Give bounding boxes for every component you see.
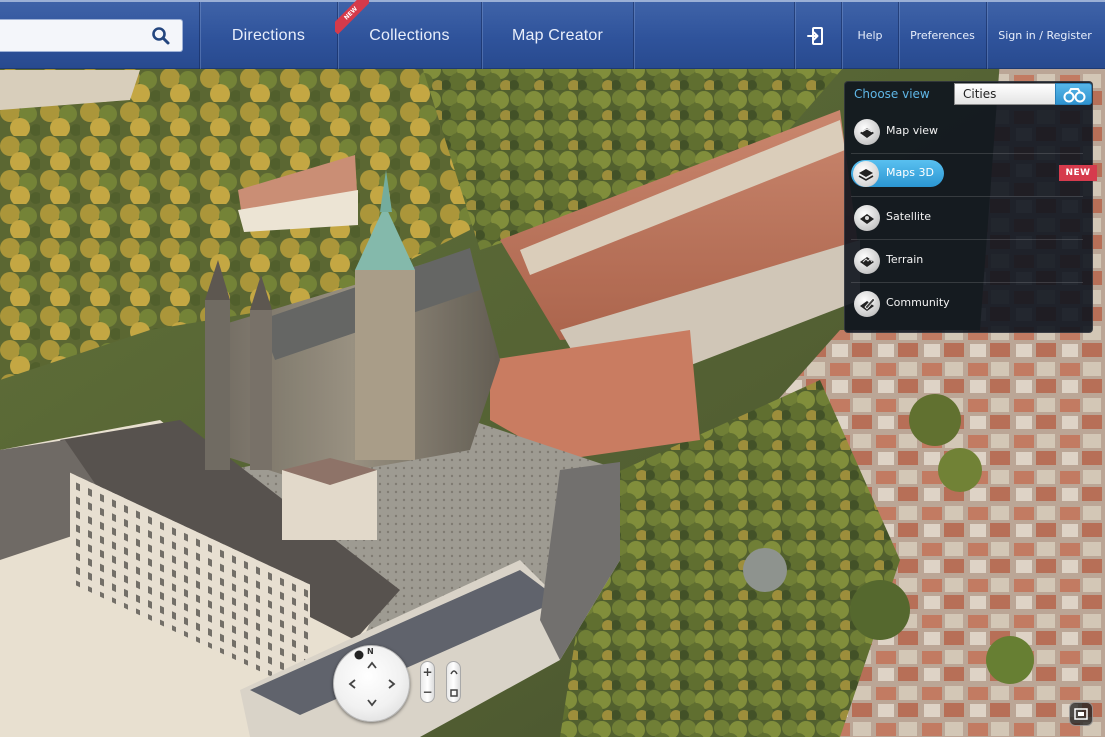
community-icon xyxy=(854,291,880,317)
choose-view-title: Choose view xyxy=(854,87,930,101)
overview-map-toggle[interactable] xyxy=(1069,702,1093,726)
binoculars-button[interactable] xyxy=(1055,83,1092,105)
view-option-map-view[interactable]: Map view xyxy=(851,111,1083,154)
selected-view-pill: Maps 3D xyxy=(851,160,944,187)
tilt-down-icon[interactable] xyxy=(448,687,460,699)
pan-left-icon[interactable] xyxy=(346,677,360,691)
nav-divider xyxy=(794,2,795,69)
satellite-icon xyxy=(854,205,880,231)
nav-sign-in-register[interactable]: Sign in / Register xyxy=(987,2,1103,69)
pan-up-icon[interactable] xyxy=(365,659,379,673)
cities-dropdown[interactable]: Cities xyxy=(954,83,1056,105)
search-icon[interactable] xyxy=(150,26,172,46)
binoculars-icon xyxy=(1063,88,1086,103)
north-indicator-icon xyxy=(354,650,364,660)
zoom-in-button[interactable]: + xyxy=(421,662,434,682)
view-option-label: Community xyxy=(886,296,950,309)
view-options-list: Map view Maps 3D NEW Satellite Terrain C… xyxy=(845,111,1097,331)
nav-divider xyxy=(633,2,634,69)
nav-map-creator[interactable]: Map Creator xyxy=(482,2,633,69)
zoom-out-button[interactable]: − xyxy=(421,682,434,702)
view-option-label: Map view xyxy=(886,124,939,137)
new-ribbon-label: NEW xyxy=(335,0,369,34)
view-option-label: Maps 3D xyxy=(886,166,934,179)
view-option-satellite[interactable]: Satellite xyxy=(851,197,1083,240)
map-view-icon xyxy=(854,119,880,145)
new-badge: NEW xyxy=(1059,165,1097,181)
view-option-community[interactable]: Community xyxy=(851,283,1083,326)
nav-preferences[interactable]: Preferences xyxy=(899,2,986,69)
view-option-label: Satellite xyxy=(886,210,932,223)
tilt-up-icon[interactable] xyxy=(448,666,460,678)
nav-directions[interactable]: Directions xyxy=(200,2,337,69)
tilt-control xyxy=(446,661,461,703)
overview-map-icon xyxy=(1074,708,1088,720)
search-box xyxy=(0,19,183,52)
sign-in-icon[interactable] xyxy=(806,26,828,46)
pan-right-icon[interactable] xyxy=(384,677,398,691)
compass-pan-control[interactable]: N xyxy=(333,645,410,722)
maps-3d-icon xyxy=(853,161,879,187)
view-option-maps-3d[interactable]: Maps 3D NEW xyxy=(851,154,1097,197)
zoom-control: + − xyxy=(420,661,435,703)
top-navigation-bar: Directions Collections NEW Map Creator H… xyxy=(0,0,1105,69)
terrain-icon xyxy=(854,248,880,274)
nav-help[interactable]: Help xyxy=(842,2,898,69)
pan-down-icon[interactable] xyxy=(365,695,379,709)
new-ribbon: NEW xyxy=(335,0,369,34)
view-option-label: Terrain xyxy=(886,253,924,266)
search-input[interactable] xyxy=(0,20,140,51)
view-option-terrain[interactable]: Terrain xyxy=(851,240,1083,283)
compass-north-label: N xyxy=(367,647,374,656)
choose-view-panel: Choose view Cities Map view Maps 3D NEW xyxy=(844,81,1097,333)
